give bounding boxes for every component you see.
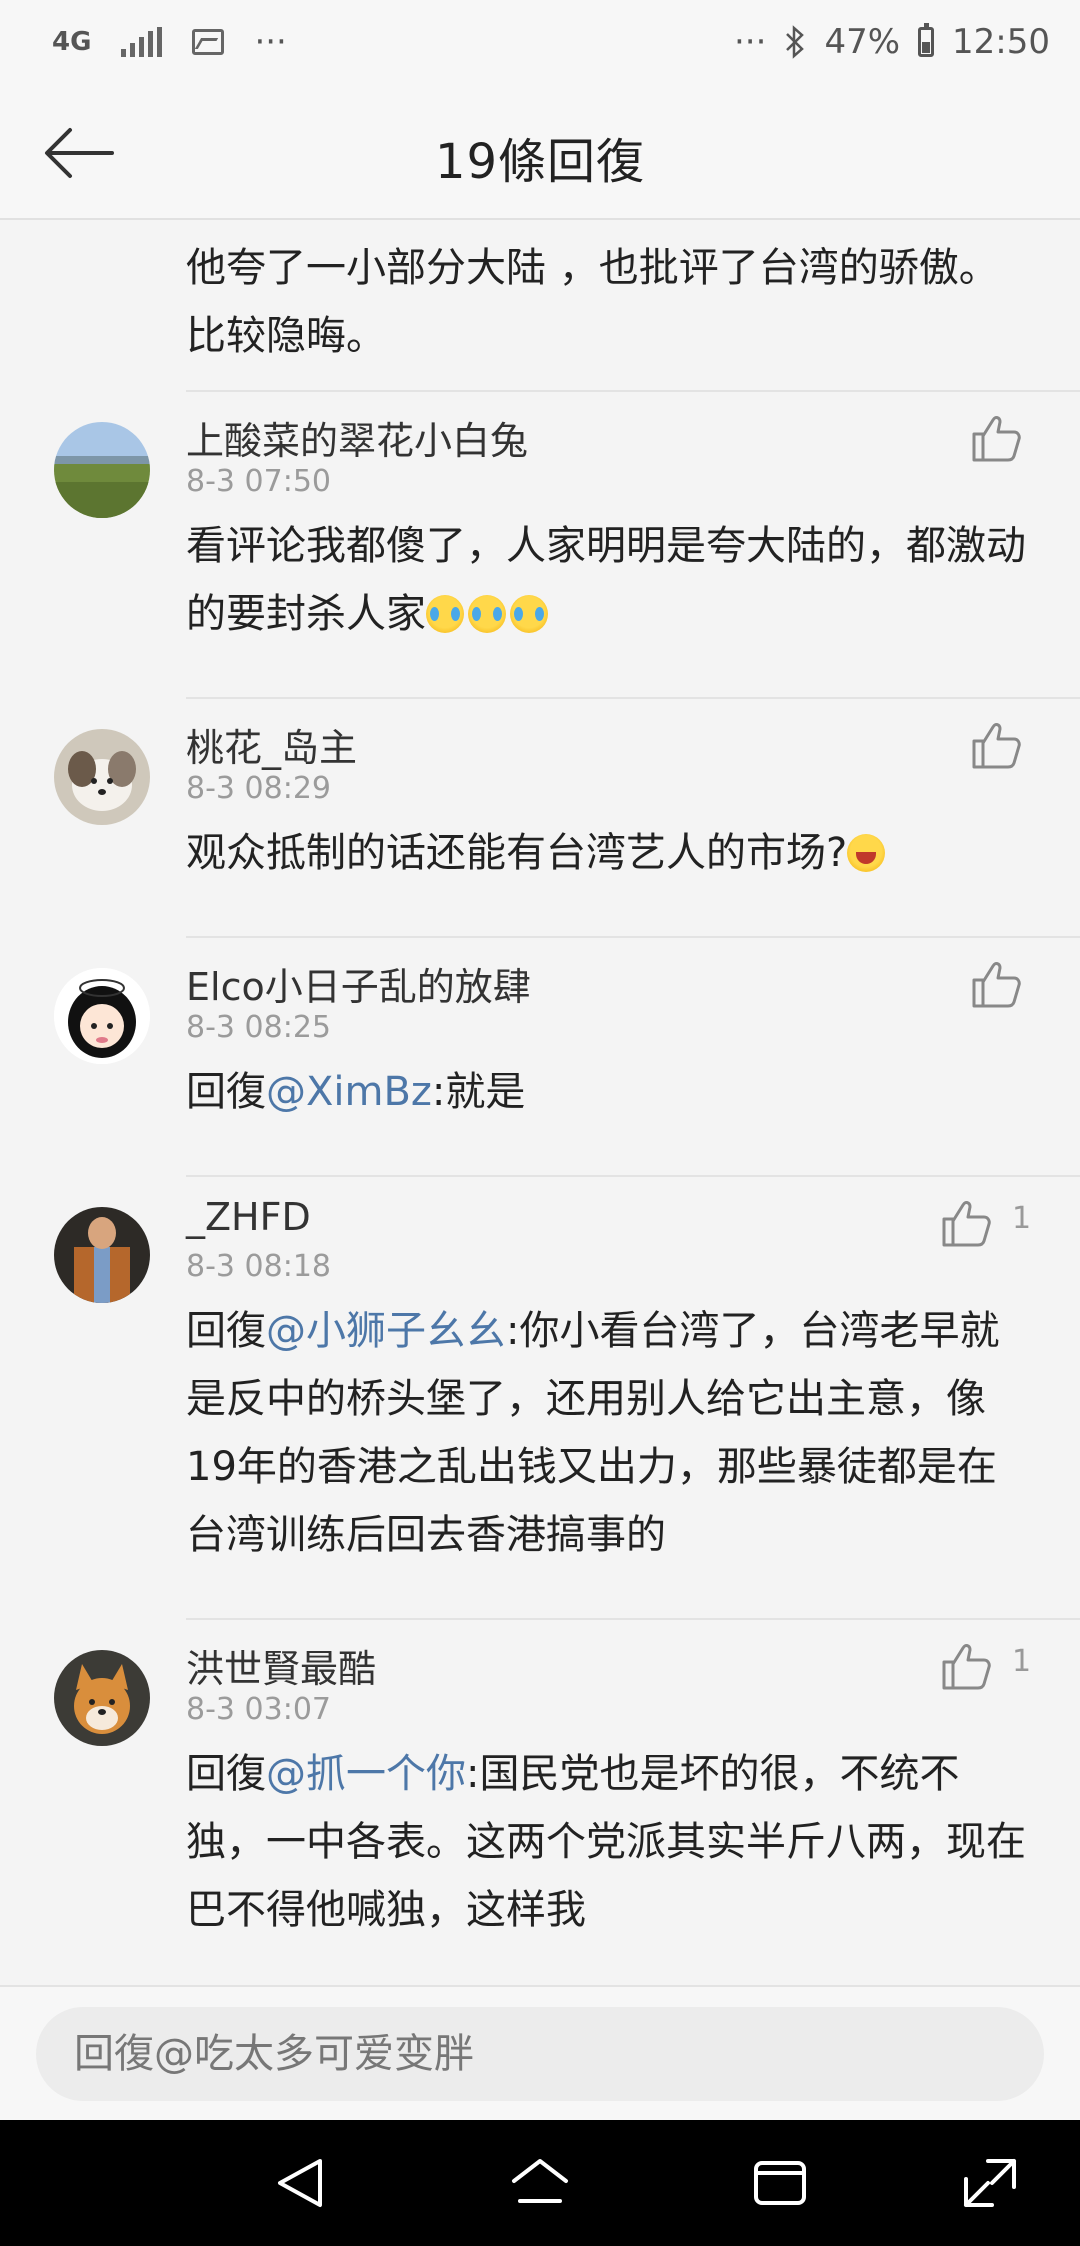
- avatar[interactable]: [54, 968, 150, 1064]
- thumbs-up-icon: [942, 1644, 991, 1690]
- divider: [186, 390, 1080, 392]
- thumbs-up-icon: [972, 962, 1021, 1008]
- avatar-girl-cartoon-image: [54, 968, 150, 1064]
- divider: [186, 936, 1080, 938]
- divider: [186, 1175, 1080, 1177]
- mention-link[interactable]: @XimBz: [266, 1069, 432, 1115]
- username[interactable]: Elco小日子乱的放肆: [186, 956, 531, 1011]
- timestamp: 8-3 08:29: [186, 771, 331, 806]
- username[interactable]: _ZHFD: [186, 1195, 311, 1239]
- username[interactable]: 上酸菜的翠花小白兔: [186, 410, 528, 465]
- like-button[interactable]: [968, 717, 1024, 773]
- like-button[interactable]: [938, 1638, 994, 1694]
- like-button[interactable]: [938, 1195, 994, 1251]
- navigation-bar: [0, 2120, 1080, 2246]
- reply-input[interactable]: 回復@吃太多可爱变胖: [36, 2007, 1044, 2101]
- timestamp: 8-3 08:25: [186, 1010, 331, 1045]
- clock: 12:50: [952, 22, 1050, 62]
- comment-text-part: 看评论我都傻了，人家明明是夸大陆的，都激动的要封杀人家: [186, 523, 1026, 637]
- divider: [186, 697, 1080, 699]
- comment-text-part: 回復: [186, 1069, 266, 1115]
- comment-text: 回復@XimBz:就是: [186, 1058, 1036, 1126]
- username[interactable]: 洪世賢最酷: [186, 1638, 376, 1693]
- reply-bar: 回復@吃太多可爱变胖: [0, 1985, 1080, 2122]
- page-title: 19條回復: [434, 134, 646, 190]
- comment-text-part: :就是: [431, 1069, 526, 1115]
- username[interactable]: 桃花_岛主: [186, 717, 357, 772]
- avatar[interactable]: [54, 1207, 150, 1303]
- timestamp: 8-3 07:50: [186, 464, 331, 499]
- signal-icon: [121, 27, 163, 57]
- rotate-icon: [964, 2159, 1016, 2207]
- nav-home-button[interactable]: [508, 2153, 572, 2213]
- recents-icon: [754, 2161, 806, 2205]
- comment-list[interactable]: 他夸了一小部分大陆 ，也批评了台湾的骄傲。比较隐晦。 上酸菜的翠花小白兔 8-3…: [0, 220, 1080, 1985]
- thumbs-up-icon: [972, 723, 1021, 769]
- like-button[interactable]: [968, 410, 1024, 466]
- bluetooth-icon: [786, 25, 805, 59]
- laughing-emoji-icon: [847, 834, 886, 872]
- status-bar: 4G ··· ··· 47% 12:50: [0, 0, 1080, 90]
- timestamp: 8-3 08:18: [186, 1249, 331, 1284]
- avatar[interactable]: [54, 729, 150, 825]
- more-notifications-icon: ···: [254, 22, 287, 62]
- nav-recents-button[interactable]: [748, 2153, 812, 2213]
- crying-laughing-emoji-icon: [426, 595, 464, 633]
- crying-laughing-emoji-icon: [468, 595, 506, 633]
- back-triangle-icon: [278, 2159, 322, 2207]
- comment-text: 看评论我都傻了，人家明明是夸大陆的，都激动的要封杀人家: [186, 512, 1036, 648]
- nav-rotate-button[interactable]: [958, 2153, 1022, 2213]
- comment-text-part: 回復: [186, 1308, 266, 1354]
- comment-text-part: 观众抵制的话还能有台湾艺人的市场?: [186, 830, 848, 876]
- like-button[interactable]: [968, 956, 1024, 1012]
- mention-link[interactable]: @小狮子幺幺: [266, 1308, 506, 1354]
- image-notification-icon: [192, 29, 225, 55]
- thumbs-up-icon: [972, 416, 1021, 462]
- divider: [186, 1618, 1080, 1620]
- timestamp: 8-3 03:07: [186, 1692, 331, 1727]
- avatar-landscape-image: [54, 422, 150, 518]
- like-count: 1: [1012, 1644, 1032, 1679]
- mention-link[interactable]: @抓一个你: [266, 1751, 466, 1797]
- avatar-shiba-dog-image: [54, 1650, 150, 1746]
- avatar[interactable]: [54, 1650, 150, 1746]
- more-status-icon: ···: [734, 22, 767, 62]
- comment-text: 回復@抓一个你:国民党也是坏的很，不统不独，一中各表。这两个党派其实半斤八两，现…: [186, 1740, 1036, 1944]
- comment-text-part: 他夸了一小部分大陆 ，也批评了台湾的骄傲。比较隐晦。: [186, 245, 999, 359]
- battery-percent: 47%: [824, 22, 901, 62]
- home-icon: [512, 2159, 568, 2203]
- header: 19條回復: [0, 90, 1080, 220]
- comment-text: 观众抵制的话还能有台湾艺人的市场?: [186, 819, 1036, 887]
- avatar-person-image: [54, 1207, 150, 1303]
- avatar-dog-image: [54, 729, 150, 825]
- like-count: 1: [1012, 1201, 1032, 1236]
- nav-back-button[interactable]: [268, 2153, 332, 2213]
- network-type: 4G: [52, 27, 92, 57]
- battery-icon: [918, 23, 935, 57]
- comment-text: 回復@小狮子幺幺:你小看台湾了，台湾老早就是反中的桥头堡了，还用别人给它出主意，…: [186, 1297, 1036, 1569]
- comment-text-part: 回復: [186, 1751, 266, 1797]
- avatar[interactable]: [54, 422, 150, 518]
- comment-text: 他夸了一小部分大陆 ，也批评了台湾的骄傲。比较隐晦。: [186, 234, 1036, 370]
- thumbs-up-icon: [942, 1201, 991, 1247]
- crying-laughing-emoji-icon: [510, 595, 548, 633]
